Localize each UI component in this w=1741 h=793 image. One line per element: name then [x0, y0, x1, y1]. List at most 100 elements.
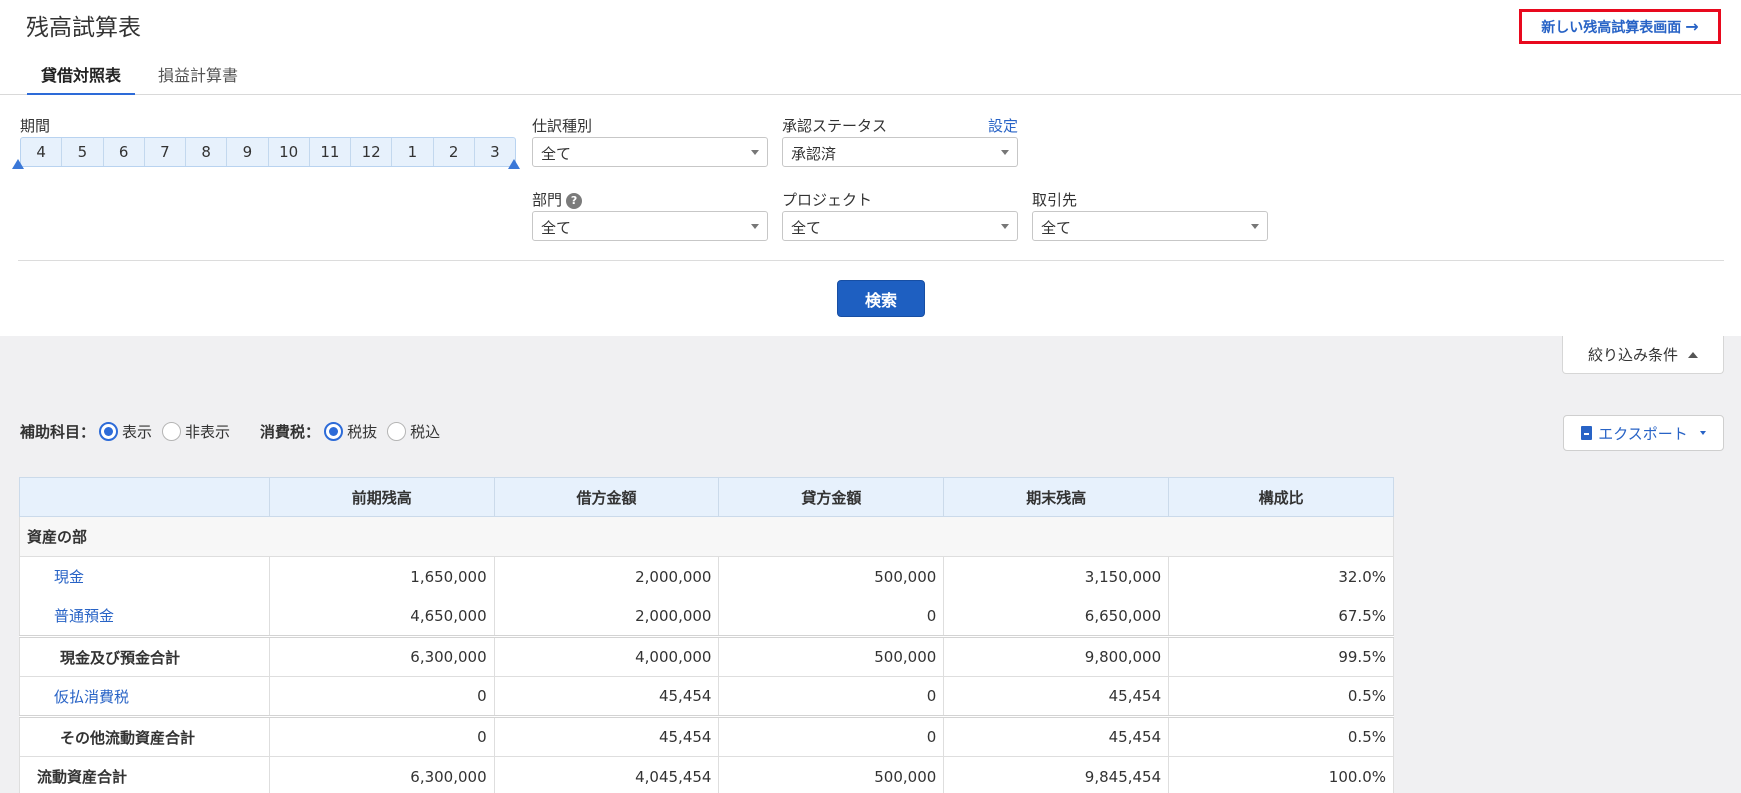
period-month[interactable]: 6: [104, 138, 145, 166]
period-month[interactable]: 4: [21, 138, 63, 166]
journal-type-label: 仕訳種別: [532, 117, 593, 135]
trial-balance-table: 前期残高 借方金額 貸方金額 期末残高 構成比 資産の部 現金 1,650,00…: [19, 477, 1394, 793]
column-header: 貸方金額: [718, 477, 945, 517]
end-balance-cell: 45,454: [943, 676, 1170, 717]
department-value: 全て: [541, 219, 572, 237]
subtotal-label: その他流動資産合計: [19, 715, 270, 757]
new-trial-balance-label: 新しい残高試算表画面: [1541, 19, 1682, 36]
column-header: [19, 477, 270, 517]
period-month[interactable]: 2: [434, 138, 475, 166]
end-balance-cell: 9,800,000: [943, 635, 1170, 677]
total-row: 流動資産合計 6,300,000 4,045,454 500,000 9,845…: [19, 756, 1394, 793]
period-month[interactable]: 10: [269, 138, 310, 166]
debit-cell: 45,454: [493, 676, 720, 717]
period-label: 期間: [20, 117, 51, 135]
approval-status-select[interactable]: 承認済: [782, 137, 1018, 167]
prev-balance-cell: 1,650,000: [268, 556, 495, 597]
subtotal-row: その他流動資産合計 0 45,454 0 45,454 0.5%: [19, 715, 1394, 757]
client-select[interactable]: 全て: [1032, 211, 1268, 241]
period-month[interactable]: 7: [145, 138, 186, 166]
display-options: 補助科目： 表示 非表示 消費税： 税抜 税込: [20, 421, 450, 442]
total-label: 流動資産合計: [19, 756, 270, 793]
help-icon[interactable]: ?: [566, 192, 583, 209]
subtotal-row: 現金及び預金合計 6,300,000 4,000,000 500,000 9,8…: [19, 635, 1394, 677]
period-end-handle[interactable]: [508, 159, 520, 169]
period-month[interactable]: 1: [392, 138, 434, 166]
period-range-slider[interactable]: 4 5 6 7 8 9 10 11 12 1 2 3: [20, 137, 516, 167]
journal-type-value: 全て: [541, 145, 572, 163]
sub-account-label: 補助科目：: [20, 423, 96, 441]
chevron-up-icon: [1688, 351, 1698, 358]
ratio-cell: 100.0%: [1168, 756, 1394, 793]
filter-collapse-toggle[interactable]: 絞り込み条件: [1562, 336, 1724, 374]
sub-account-hide-label[interactable]: 非表示: [185, 421, 230, 442]
subtotal-label: 現金及び預金合計: [19, 635, 270, 677]
column-header: 前期残高: [268, 477, 495, 517]
arrow-right-icon: →: [1685, 17, 1699, 36]
journal-type-select[interactable]: 全て: [532, 137, 768, 167]
period-month[interactable]: 11: [310, 138, 351, 166]
end-balance-cell: 3,150,000: [943, 556, 1170, 597]
filter-divider: [18, 260, 1724, 261]
column-header: 構成比: [1168, 477, 1394, 517]
ratio-cell: 32.0%: [1168, 556, 1394, 597]
sub-account-show-label[interactable]: 表示: [122, 421, 152, 442]
ratio-cell: 0.5%: [1168, 715, 1394, 757]
column-header: 借方金額: [493, 477, 720, 517]
approval-status-value: 承認済: [791, 145, 837, 163]
period-month[interactable]: 12: [351, 138, 393, 166]
project-value: 全て: [791, 219, 822, 237]
account-link[interactable]: 現金: [19, 556, 270, 597]
column-header: 期末残高: [943, 477, 1170, 517]
credit-cell: 0: [718, 596, 945, 637]
tab-profit-loss[interactable]: 損益計算書: [144, 50, 252, 95]
chevron-down-icon: [1251, 224, 1259, 229]
debit-cell: 4,000,000: [493, 635, 720, 677]
chevron-down-icon: [1001, 150, 1009, 155]
period-month[interactable]: 8: [186, 138, 228, 166]
credit-cell: 500,000: [718, 756, 945, 793]
period-start-handle[interactable]: [12, 159, 24, 169]
approval-settings-link[interactable]: 設定: [988, 115, 1018, 136]
end-balance-cell: 9,845,454: [943, 756, 1170, 793]
debit-cell: 2,000,000: [493, 556, 720, 597]
tab-balance-sheet[interactable]: 貸借対照表: [27, 50, 136, 95]
project-select[interactable]: 全て: [782, 211, 1018, 241]
debit-cell: 4,045,454: [493, 756, 720, 793]
end-balance-cell: 45,454: [943, 715, 1170, 757]
prev-balance-cell: 0: [268, 715, 495, 757]
tax-exclusive-radio[interactable]: [324, 422, 344, 441]
tax-label: 消費税：: [260, 423, 321, 441]
client-label: 取引先: [1032, 191, 1078, 209]
prev-balance-cell: 4,650,000: [268, 596, 495, 637]
period-month[interactable]: 9: [227, 138, 269, 166]
export-button[interactable]: エクスポート: [1563, 415, 1724, 451]
end-balance-cell: 6,650,000: [943, 596, 1170, 637]
table-row: 仮払消費税 0 45,454 0 45,454 0.5%: [19, 676, 1394, 717]
table-header-row: 前期残高 借方金額 貸方金額 期末残高 構成比: [19, 477, 1394, 517]
new-trial-balance-link[interactable]: 新しい残高試算表画面 →: [1519, 9, 1721, 44]
tax-exclusive-label[interactable]: 税抜: [347, 421, 377, 442]
tax-inclusive-radio[interactable]: [387, 422, 407, 441]
credit-cell: 500,000: [718, 556, 945, 597]
file-download-icon: [1581, 426, 1593, 440]
period-month[interactable]: 5: [62, 138, 104, 166]
approval-status-label: 承認ステータス: [782, 117, 888, 135]
section-row: 資産の部: [19, 516, 1394, 557]
page-header: 残高試算表 新しい残高試算表画面 → 貸借対照表 損益計算書: [0, 0, 1741, 95]
ratio-cell: 67.5%: [1168, 596, 1394, 637]
chevron-down-icon: [1699, 431, 1706, 435]
search-button[interactable]: 検索: [837, 280, 925, 317]
sub-account-show-radio[interactable]: [99, 422, 119, 441]
account-link[interactable]: 普通預金: [19, 596, 270, 637]
sub-account-hide-radio[interactable]: [162, 422, 182, 441]
debit-cell: 2,000,000: [493, 596, 720, 637]
section-title: 資産の部: [19, 516, 1394, 557]
account-link[interactable]: 仮払消費税: [19, 676, 270, 717]
department-select[interactable]: 全て: [532, 211, 768, 241]
prev-balance-cell: 0: [268, 676, 495, 717]
department-label: 部門?: [532, 189, 583, 210]
table-row: 普通預金 4,650,000 2,000,000 0 6,650,000 67.…: [19, 596, 1394, 637]
prev-balance-cell: 6,300,000: [268, 635, 495, 677]
tax-inclusive-label[interactable]: 税込: [410, 421, 440, 442]
